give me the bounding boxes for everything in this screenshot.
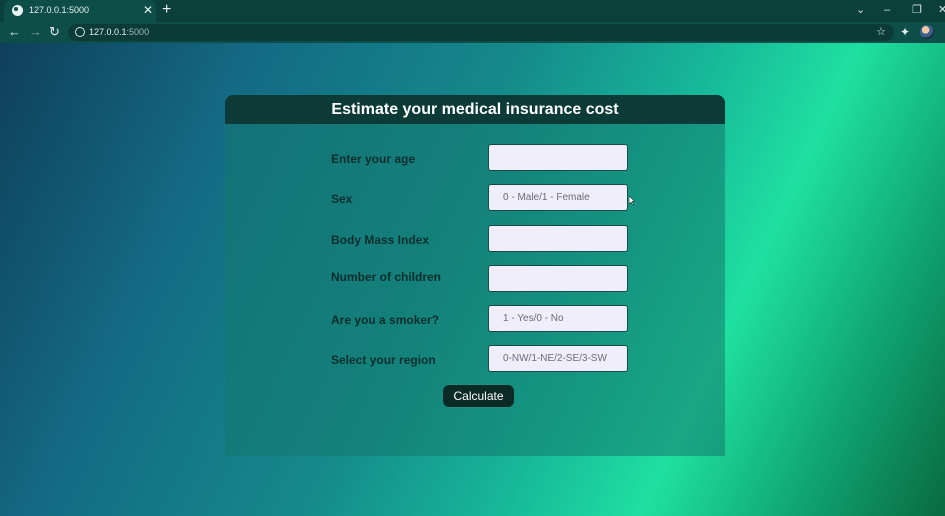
mouse-pointer-icon — [629, 196, 635, 205]
address-toolbar: ← → ↻ 127.0.0.1:5000 ☆ — [0, 22, 945, 43]
region-input[interactable] — [488, 345, 628, 372]
close-window-icon[interactable]: ✕ — [938, 3, 945, 17]
children-label: Number of children — [331, 270, 442, 284]
forward-icon[interactable]: → — [29, 25, 42, 39]
close-tab-icon[interactable]: ✕ — [143, 3, 153, 17]
reload-icon[interactable]: ↻ — [49, 25, 60, 39]
tab-search-icon[interactable]: ⌄ — [856, 3, 865, 17]
browser-tab[interactable]: 127.0.0.1:5000 ✕ — [4, 0, 156, 22]
url-host: 127.0.0.1 — [89, 27, 127, 37]
bmi-label: Body Mass Index — [331, 233, 430, 247]
page-background: Estimate your medical insurance cost Ent… — [0, 43, 945, 516]
tab-title: 127.0.0.1:5000 — [29, 5, 90, 15]
extensions-icon[interactable]: ✦ — [900, 25, 910, 39]
new-tab-icon[interactable]: + — [162, 1, 171, 19]
globe-icon — [12, 5, 23, 16]
restore-icon[interactable]: ❐ — [912, 3, 922, 17]
back-icon[interactable]: ← — [8, 25, 21, 39]
bmi-input[interactable] — [488, 225, 628, 252]
url-text[interactable]: 127.0.0.1:5000 — [89, 27, 149, 37]
profile-avatar[interactable] — [920, 25, 934, 39]
address-bar[interactable]: 127.0.0.1:5000 ☆ — [68, 24, 894, 41]
bookmark-star-icon[interactable]: ☆ — [876, 25, 886, 38]
smoker-label: Are you a smoker? — [331, 313, 440, 327]
sex-label: Sex — [331, 192, 353, 206]
browser-tab-bar: 127.0.0.1:5000 ✕ + ⌄ – ❐ ✕ — [0, 0, 945, 22]
children-input[interactable] — [488, 265, 628, 292]
minimize-icon[interactable]: – — [884, 3, 890, 17]
sex-input[interactable] — [488, 184, 628, 211]
form-header: Estimate your medical insurance cost — [225, 95, 725, 124]
insurance-form-card: Estimate your medical insurance cost Ent… — [225, 95, 725, 456]
calculate-button[interactable]: Calculate — [442, 384, 515, 408]
age-input[interactable] — [488, 144, 628, 171]
age-label: Enter your age — [331, 152, 416, 166]
form-title: Estimate your medical insurance cost — [331, 101, 619, 118]
region-label: Select your region — [331, 353, 436, 367]
url-port: :5000 — [126, 27, 150, 37]
info-icon[interactable] — [75, 27, 85, 37]
smoker-input[interactable] — [488, 305, 628, 332]
